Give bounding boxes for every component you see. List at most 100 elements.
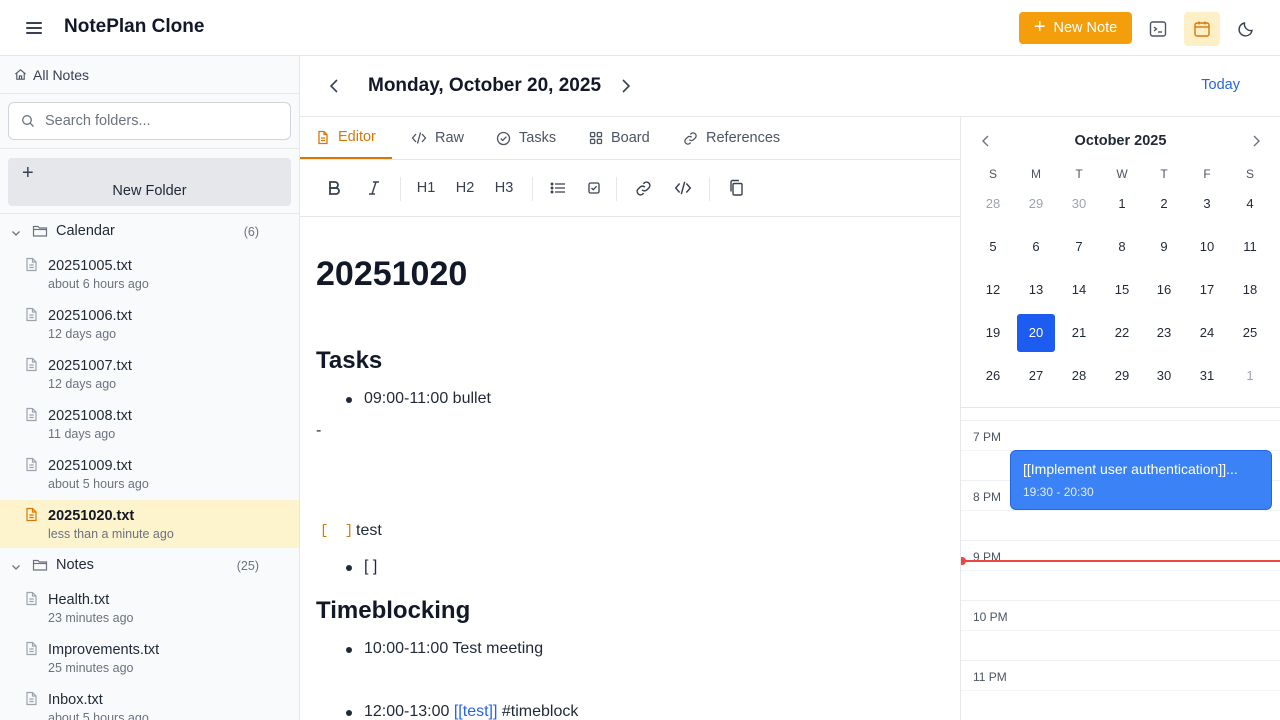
- wiki-link[interactable]: [[test]]: [454, 703, 498, 720]
- file-item[interactable]: 20251008.txt 11 days ago: [0, 400, 299, 448]
- divider: [0, 148, 299, 149]
- bold-button[interactable]: [324, 174, 344, 202]
- calendar-day[interactable]: 7: [1060, 228, 1098, 266]
- calendar-day[interactable]: 28: [974, 185, 1012, 223]
- theme-toggle-button[interactable]: [1228, 12, 1264, 46]
- terminal-button[interactable]: [1140, 12, 1176, 46]
- chevron-left-icon[interactable]: [324, 74, 344, 98]
- divider: [961, 407, 1280, 408]
- task-checkbox[interactable]: [ ]: [320, 523, 357, 539]
- calendar-day[interactable]: 19: [974, 314, 1012, 352]
- file-item[interactable]: 20251005.txt about 6 hours ago: [0, 250, 299, 298]
- calendar-day[interactable]: 11: [1231, 228, 1269, 266]
- weekday-label: W: [1116, 167, 1128, 181]
- calendar-day[interactable]: 22: [1103, 314, 1141, 352]
- calendar-day[interactable]: 12: [974, 271, 1012, 309]
- file-name: 20251005.txt: [48, 258, 132, 274]
- file-icon: [25, 691, 38, 711]
- h2-button[interactable]: H2: [453, 174, 477, 202]
- h1-button[interactable]: H1: [414, 174, 438, 202]
- file-item[interactable]: 20251006.txt 12 days ago: [0, 300, 299, 348]
- note-content[interactable]: 20251020 Tasks 09:00-11:00 bullet - [ ] …: [300, 217, 960, 720]
- chevron-down-icon[interactable]: [10, 226, 22, 244]
- calendar-day[interactable]: 3: [1188, 185, 1226, 223]
- calendar-day[interactable]: 4: [1231, 185, 1269, 223]
- calendar-day[interactable]: 20: [1017, 314, 1055, 352]
- checkbox-button[interactable]: [586, 174, 602, 202]
- chevron-right-icon[interactable]: [616, 74, 636, 98]
- file-name: 20251008.txt: [48, 408, 132, 424]
- tab-editor[interactable]: Editor: [300, 117, 392, 159]
- search-folders-input[interactable]: [45, 113, 265, 129]
- copy-button[interactable]: [726, 174, 746, 202]
- calendar-day[interactable]: 13: [1017, 271, 1055, 309]
- file-modified-time: 12 days ago: [48, 377, 117, 391]
- file-icon: [25, 407, 38, 427]
- file-item[interactable]: 20251007.txt 12 days ago: [0, 350, 299, 398]
- calendar-toggle-button[interactable]: [1184, 12, 1220, 46]
- file-modified-time: 25 minutes ago: [48, 661, 134, 675]
- code-button[interactable]: [672, 174, 694, 202]
- calendar-day[interactable]: 17: [1188, 271, 1226, 309]
- new-note-button[interactable]: + New Note: [1019, 12, 1132, 44]
- calendar-day[interactable]: 27: [1017, 357, 1055, 395]
- hashtag[interactable]: #timeblock: [502, 703, 578, 720]
- current-time-line: [961, 560, 1280, 562]
- calendar-day[interactable]: 25: [1231, 314, 1269, 352]
- calendar-day[interactable]: 21: [1060, 314, 1098, 352]
- calendar-day[interactable]: 15: [1103, 271, 1141, 309]
- calendar-day[interactable]: 24: [1188, 314, 1226, 352]
- calendar-day[interactable]: 1: [1231, 357, 1269, 395]
- italic-button[interactable]: [364, 174, 384, 202]
- tab-label: Tasks: [519, 130, 557, 146]
- calendar-day[interactable]: 9: [1145, 228, 1183, 266]
- calendar-day[interactable]: 31: [1188, 357, 1226, 395]
- calendar-day[interactable]: 30: [1060, 185, 1098, 223]
- calendar-day[interactable]: 6: [1017, 228, 1055, 266]
- toolbar-divider: [532, 177, 533, 201]
- file-item[interactable]: Inbox.txt about 5 hours ago: [0, 684, 299, 720]
- calendar-day[interactable]: 23: [1145, 314, 1183, 352]
- link-button[interactable]: [632, 174, 654, 202]
- calendar-day[interactable]: 16: [1145, 271, 1183, 309]
- today-button[interactable]: Today: [1201, 77, 1240, 93]
- weekday-label: M: [1031, 167, 1041, 181]
- calendar-day[interactable]: 10: [1188, 228, 1226, 266]
- all-notes-link[interactable]: All Notes: [0, 56, 299, 94]
- calendar-day[interactable]: 29: [1103, 357, 1141, 395]
- tab-board[interactable]: Board: [573, 117, 666, 159]
- tab-tasks[interactable]: Tasks: [480, 117, 572, 159]
- file-icon: [25, 641, 38, 661]
- chevron-down-icon[interactable]: [10, 560, 22, 578]
- chevron-right-icon[interactable]: [1249, 134, 1263, 148]
- new-folder-button[interactable]: + New Folder: [8, 158, 291, 206]
- calendar-day[interactable]: 30: [1145, 357, 1183, 395]
- tab-references[interactable]: References: [667, 117, 796, 159]
- h3-button[interactable]: H3: [492, 174, 516, 202]
- file-item[interactable]: Improvements.txt 25 minutes ago: [0, 634, 299, 682]
- file-item[interactable]: 20251009.txt about 5 hours ago: [0, 450, 299, 498]
- sidebar: All Notes + New Folder Calendar (6) 202510…: [0, 56, 300, 720]
- calendar-day[interactable]: 5: [974, 228, 1012, 266]
- file-item[interactable]: 20251020.txt less than a minute ago: [0, 500, 299, 548]
- calendar-day[interactable]: 26: [974, 357, 1012, 395]
- folder-notes[interactable]: Notes (25): [0, 550, 299, 582]
- calendar-day[interactable]: 29: [1017, 185, 1055, 223]
- calendar-day[interactable]: 1: [1103, 185, 1141, 223]
- folder-calendar[interactable]: Calendar (6): [0, 216, 299, 248]
- calendar-day[interactable]: 2: [1145, 185, 1183, 223]
- calendar-event[interactable]: [[Implement user authentication]]... 19:…: [1010, 450, 1272, 510]
- calendar-day[interactable]: 14: [1060, 271, 1098, 309]
- calendar-day[interactable]: 8: [1103, 228, 1141, 266]
- calendar-day[interactable]: 28: [1060, 357, 1098, 395]
- calendar-panel: October 2025 S M T W T F S 28 29 30 1 2 3 4 5 6 7 8 9 10 11 1…: [960, 117, 1280, 720]
- new-note-label: New Note: [1053, 20, 1118, 36]
- calendar-month-title: October 2025: [1074, 133, 1167, 149]
- calendar-day[interactable]: 18: [1231, 271, 1269, 309]
- tab-raw[interactable]: Raw: [395, 117, 480, 159]
- bullet-list-button[interactable]: [547, 174, 569, 202]
- hour-label: 7 PM: [973, 430, 1002, 444]
- weekday-label: F: [1203, 167, 1211, 181]
- file-item[interactable]: Health.txt 23 minutes ago: [0, 584, 299, 632]
- hamburger-menu-icon[interactable]: [22, 17, 46, 39]
